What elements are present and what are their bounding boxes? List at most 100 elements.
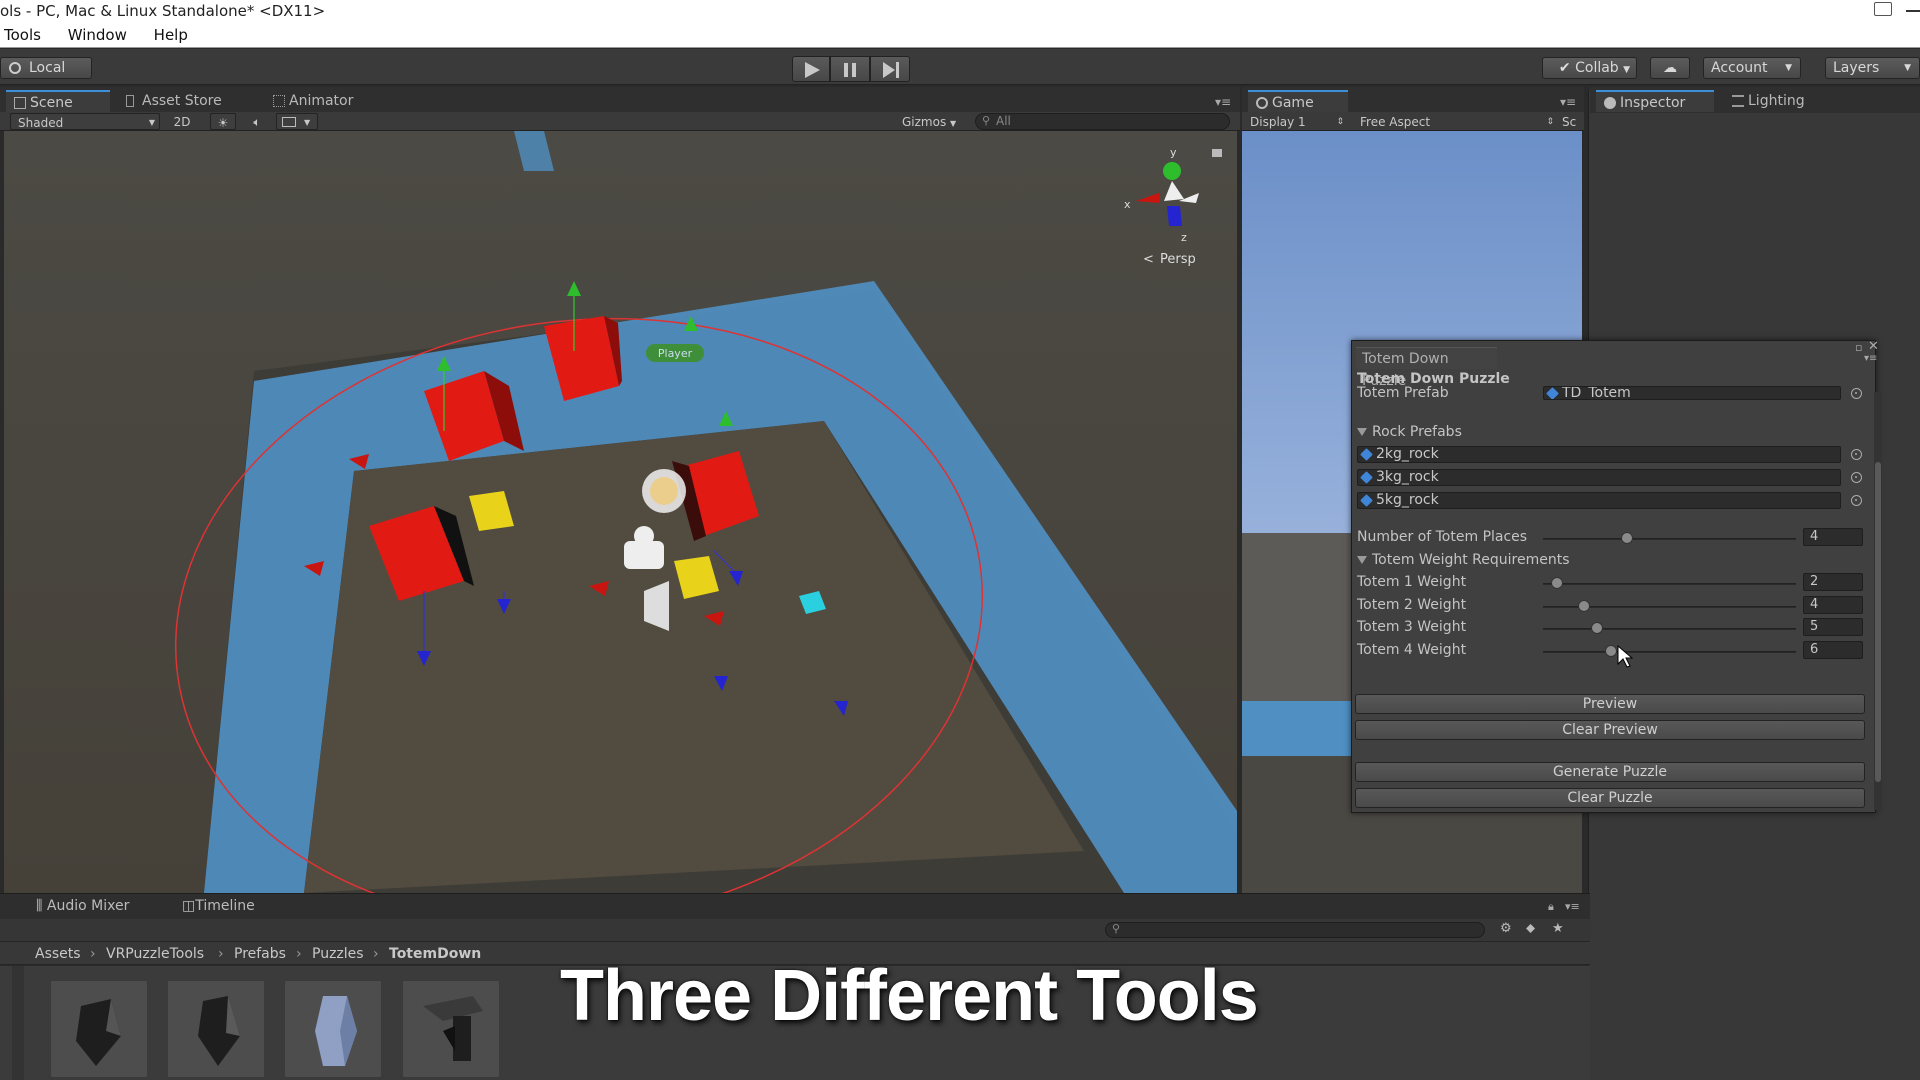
step-button[interactable] (870, 56, 910, 82)
totem-weight-input[interactable]: 6 (1803, 641, 1863, 659)
totem-weight-slider-thumb[interactable] (1578, 600, 1590, 612)
account-dropdown[interactable]: Account ▼ (1703, 57, 1801, 79)
object-picker-icon[interactable] (1851, 449, 1862, 460)
clear-preview-button[interactable]: Clear Preview (1355, 720, 1865, 740)
tab-animator[interactable]: Animator (265, 90, 385, 112)
rock-prefab-field-2[interactable]: 3kg_rock (1357, 469, 1841, 486)
totem-weight-label: Totem 3 Weight (1357, 619, 1467, 635)
tab-menu-icon[interactable]: ▾≡ (1565, 900, 1580, 913)
shading-mode-value: Shaded (18, 116, 64, 130)
object-picker-icon[interactable] (1851, 495, 1862, 506)
chevron-right-icon: › (373, 946, 379, 962)
tab-timeline[interactable]: ◫Timeline (182, 898, 255, 914)
tab-asset-store[interactable]: Asset Store (118, 90, 258, 112)
tab-inspector[interactable]: Inspector (1596, 90, 1714, 112)
lighting-toggle[interactable]: ☀ (210, 113, 236, 130)
play-icon (805, 62, 820, 78)
puzzle-scrollbar-thumb[interactable] (1875, 462, 1881, 782)
object-picker-icon[interactable] (1851, 472, 1862, 483)
project-search-input[interactable]: ⚲ (1105, 922, 1485, 938)
totem-weight-slider-thumb[interactable] (1551, 577, 1563, 589)
rock-prefab-value: 2kg_rock (1376, 446, 1439, 462)
weights-label[interactable]: Totem Weight Requirements (1372, 551, 1569, 569)
shading-mode-dropdown[interactable]: Shaded ▼ (10, 113, 160, 130)
totem-weight-slider-thumb[interactable] (1605, 645, 1617, 657)
tab-lighting[interactable]: Lighting (1724, 90, 1834, 112)
totem-weight-input[interactable]: 2 (1803, 573, 1863, 591)
tab-audio-mixer-label: Audio Mixer (46, 898, 130, 914)
menu-window[interactable]: Window (68, 26, 127, 44)
clear-puzzle-button[interactable]: Clear Puzzle (1355, 788, 1865, 808)
label-tag-icon[interactable]: ⬥ (1526, 921, 1535, 936)
audio-toggle[interactable]: 🔈︎ (244, 113, 270, 130)
preview-button[interactable]: Preview (1355, 694, 1865, 714)
num-places-label: Number of Totem Places (1357, 529, 1528, 545)
tab-menu-icon[interactable]: ▾≡ (1864, 353, 1877, 364)
totem-weight-input[interactable]: 4 (1803, 596, 1863, 614)
foldout-arrow-icon[interactable] (1357, 428, 1367, 436)
project-left-scrollbar[interactable] (12, 966, 24, 1080)
maximize-icon[interactable]: ▫ (1855, 341, 1862, 354)
chevron-down-icon: ▼ (1785, 63, 1792, 73)
tab-audio-mixer[interactable]: ⫼ Audio Mixer (36, 898, 129, 914)
generate-puzzle-button[interactable]: Generate Puzzle (1355, 762, 1865, 782)
num-places-slider-track[interactable] (1543, 538, 1796, 540)
breadcrumb-puzzles[interactable]: Puzzles (312, 942, 364, 966)
effects-dropdown[interactable]: ▼ (276, 113, 318, 130)
totem-weight-input[interactable]: 5 (1803, 618, 1863, 636)
tab-menu-icon[interactable]: ▾≡ (1560, 95, 1576, 109)
menu-help[interactable]: Help (154, 26, 188, 44)
gizmos-dropdown[interactable]: Gizmos ▼ (902, 113, 962, 130)
tab-scene[interactable]: Scene (6, 90, 110, 112)
totem-prefab-field[interactable]: TD_Totem (1543, 386, 1841, 400)
totem-weight-slider-track[interactable] (1543, 583, 1796, 585)
scene-search-input[interactable]: ⚲ All (975, 113, 1230, 130)
num-places-input[interactable]: 4 (1803, 528, 1863, 546)
animator-icon (273, 95, 285, 107)
filter-type-icon[interactable]: ⚙ (1500, 921, 1512, 936)
foldout-arrow-icon[interactable] (1357, 556, 1367, 564)
puzzle-scrollbar[interactable] (1874, 392, 1882, 810)
asset-thumbnail[interactable] (402, 980, 500, 1078)
totem-weight-slider-thumb[interactable] (1591, 622, 1603, 634)
rock-prefab-field-3[interactable]: 5kg_rock (1357, 492, 1841, 509)
object-picker-icon[interactable] (1851, 388, 1862, 399)
puzzle-window-tab[interactable]: Totem Down Puzzle (1356, 347, 1497, 389)
rock-prefabs-label[interactable]: Rock Prefabs (1372, 423, 1462, 441)
totem-weight-slider-track[interactable] (1543, 628, 1796, 630)
aspect-dropdown[interactable]: Free Aspect ⇕ (1360, 113, 1556, 130)
pause-button[interactable] (830, 56, 870, 82)
display-dropdown[interactable]: Display 1 ⇕ (1250, 113, 1346, 130)
restore-window-icon[interactable] (1874, 2, 1892, 16)
minimize-window-icon[interactable] (1906, 10, 1920, 12)
totem-weight-slider-track[interactable] (1543, 651, 1796, 653)
asset-thumbnail[interactable] (284, 980, 382, 1078)
tab-game[interactable]: Game (1248, 90, 1348, 112)
tab-menu-icon[interactable]: ▾≡ (1215, 95, 1231, 109)
2d-toggle[interactable]: 2D (166, 113, 198, 130)
pivot-toggle-button[interactable]: Local (0, 57, 92, 79)
info-icon (1604, 97, 1616, 109)
breadcrumb-vrpuzzletools[interactable]: VRPuzzleTools (106, 942, 204, 966)
cloud-button[interactable]: ☁ (1650, 57, 1690, 79)
breadcrumb-prefabs[interactable]: Prefabs (234, 942, 286, 966)
scale-slider-label[interactable]: Sc (1562, 113, 1584, 130)
breadcrumb-totemdown[interactable]: TotemDown (389, 942, 481, 966)
menu-tools[interactable]: Tools (4, 26, 41, 44)
lock-icon[interactable]: 🔒︎ (1548, 900, 1554, 914)
layers-dropdown[interactable]: Layers ▼ (1825, 57, 1920, 79)
collab-button[interactable]: ✔ Collab ▼ (1542, 57, 1637, 79)
lighting-icon (1732, 95, 1744, 107)
num-places-slider-thumb[interactable] (1621, 532, 1633, 544)
player-label: Player (658, 347, 693, 360)
pause-icon (844, 63, 856, 77)
asset-thumbnail[interactable] (50, 980, 148, 1078)
favorite-star-icon[interactable]: ★ (1552, 921, 1564, 936)
scene-viewport[interactable]: Player y x z Persp < (4, 131, 1237, 893)
play-button[interactable] (792, 56, 830, 82)
breadcrumb-assets[interactable]: Assets (35, 942, 81, 966)
mouse-cursor-icon (1617, 645, 1633, 668)
rock-prefab-field-1[interactable]: 2kg_rock (1357, 446, 1841, 463)
close-icon[interactable]: ✕ (1868, 339, 1879, 354)
asset-thumbnail[interactable] (167, 980, 265, 1078)
